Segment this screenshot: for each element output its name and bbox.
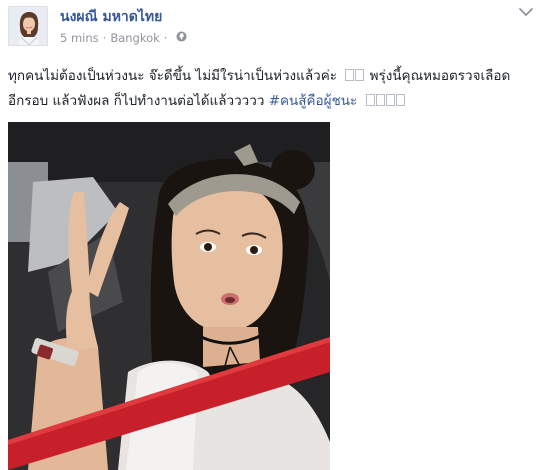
selfie-photo bbox=[8, 122, 330, 470]
meta-separator: · bbox=[102, 31, 107, 45]
timestamp-link[interactable]: 5 mins bbox=[60, 31, 99, 45]
location-link[interactable]: Bangkok bbox=[110, 31, 159, 45]
post-photo[interactable] bbox=[8, 122, 330, 470]
post-meta: 5 mins · Bangkok · bbox=[60, 31, 187, 45]
missing-emoji-glyphs bbox=[345, 64, 365, 89]
post-text-line-2: อีกรอบ แล้วฟังผล ก็ไปทำงานต่อได้แล้ววววว… bbox=[8, 89, 536, 114]
chevron-down-icon[interactable] bbox=[518, 6, 534, 18]
post-text-segment: พรุ่งนี้คุณหมอตรวจเลือด bbox=[369, 68, 511, 84]
post-text-segment: ทุกคนไม่ต้องเป็นห่วงนะ จ๊ะดีขึ้น ไม่มีใร… bbox=[8, 68, 337, 84]
post-text-line-1: ทุกคนไม่ต้องเป็นห่วงนะ จ๊ะดีขึ้น ไม่มีใร… bbox=[8, 64, 536, 89]
avatar-image bbox=[9, 7, 47, 45]
missing-emoji-glyphs bbox=[365, 89, 406, 114]
author-name-link[interactable]: นงผณี มหาดไทย bbox=[60, 6, 162, 28]
globe-icon[interactable] bbox=[176, 31, 187, 45]
post-message: ทุกคนไม่ต้องเป็นห่วงนะ จ๊ะดีขึ้น ไม่มีใร… bbox=[8, 64, 536, 114]
facebook-post: นงผณี มหาดไทย 5 mins · Bangkok · ทุกคนไม… bbox=[0, 0, 540, 470]
author-avatar[interactable] bbox=[8, 6, 48, 46]
hashtag-link[interactable]: #คนสู้คือผู้ชนะ bbox=[269, 93, 358, 109]
meta-separator-2: · bbox=[163, 31, 168, 45]
post-text-segment: อีกรอบ แล้วฟังผล ก็ไปทำงานต่อได้แล้ววววว bbox=[8, 93, 265, 109]
